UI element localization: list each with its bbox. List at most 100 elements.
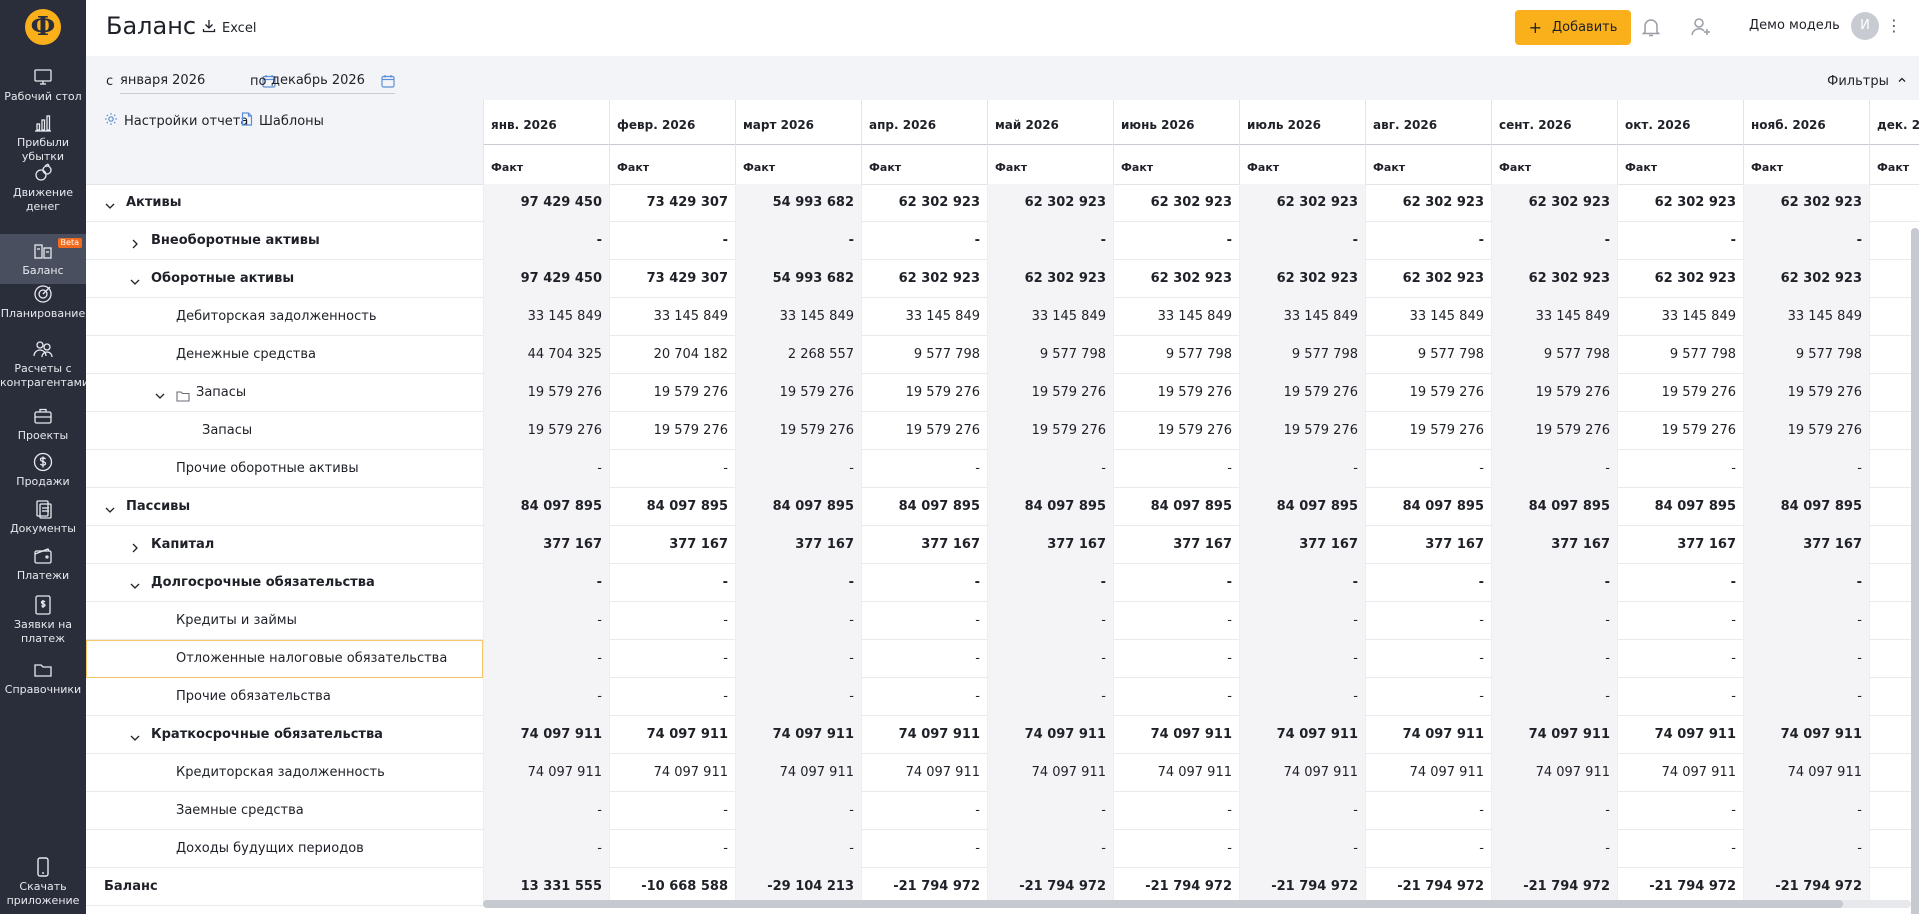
column-header-month[interactable]: дек. 2026 Факт: [1869, 100, 1919, 184]
download-app-button[interactable]: Скачать приложение: [0, 856, 86, 908]
table-cell[interactable]: 73 429 307: [609, 184, 735, 222]
table-cell[interactable]: -: [1491, 602, 1617, 640]
table-cell[interactable]: 84 097 895: [735, 488, 861, 526]
table-cell[interactable]: -: [1239, 678, 1365, 716]
app-logo[interactable]: Ф: [25, 9, 61, 45]
column-header-month[interactable]: март 2026 Факт: [735, 100, 861, 184]
filters-toggle[interactable]: Фильтры: [1827, 74, 1907, 89]
table-cell[interactable]: -: [483, 450, 609, 488]
table-cell[interactable]: 74 097 911: [861, 754, 987, 792]
horizontal-scroll-thumb[interactable]: [483, 900, 1843, 908]
table-cell[interactable]: -: [609, 222, 735, 260]
table-cell[interactable]: -: [1365, 830, 1491, 868]
table-cell[interactable]: -: [987, 830, 1113, 868]
table-cell[interactable]: -: [1617, 602, 1743, 640]
table-cell-empty[interactable]: [1869, 184, 1919, 222]
table-cell[interactable]: 74 097 911: [1617, 716, 1743, 754]
table-cell[interactable]: 74 097 911: [1743, 716, 1869, 754]
table-cell[interactable]: -: [1239, 830, 1365, 868]
table-cell[interactable]: 62 302 923: [1491, 184, 1617, 222]
table-cell[interactable]: -: [483, 640, 609, 678]
chevron-down-icon[interactable]: [104, 197, 116, 209]
table-cell[interactable]: 377 167: [1743, 526, 1869, 564]
table-cell[interactable]: -: [861, 640, 987, 678]
excel-export-button[interactable]: Excel: [202, 19, 256, 37]
table-cell[interactable]: 62 302 923: [1491, 260, 1617, 298]
table-cell[interactable]: 74 097 911: [609, 716, 735, 754]
table-cell[interactable]: 74 097 911: [609, 754, 735, 792]
column-header-month[interactable]: янв. 2026 Факт: [483, 100, 609, 184]
column-header-month[interactable]: июнь 2026 Факт: [1113, 100, 1239, 184]
table-cell[interactable]: -: [1617, 830, 1743, 868]
table-row[interactable]: Денежные средства 44 704 325 20 704 182 2 2…: [86, 336, 1919, 374]
table-cell[interactable]: 74 097 911: [735, 754, 861, 792]
table-cell[interactable]: 74 097 911: [1239, 754, 1365, 792]
table-row[interactable]: Оборотные активы 97 429 450 73 429 307 54 9…: [86, 260, 1919, 298]
table-cell[interactable]: 33 145 849: [1365, 298, 1491, 336]
sidebar-item-balance[interactable]: Баланс Beta: [0, 234, 86, 284]
table-cell[interactable]: -: [1617, 564, 1743, 602]
table-row[interactable]: Внеоборотные активы - - - - - - - - - - -: [86, 222, 1919, 260]
date-to-field[interactable]: декабрь 2026: [271, 70, 395, 94]
table-cell[interactable]: 33 145 849: [1743, 298, 1869, 336]
chevron-down-icon[interactable]: [104, 501, 116, 513]
table-cell[interactable]: -: [1491, 450, 1617, 488]
table-cell[interactable]: 84 097 895: [483, 488, 609, 526]
table-cell[interactable]: 84 097 895: [861, 488, 987, 526]
table-cell[interactable]: 19 579 276: [1617, 412, 1743, 450]
sidebar-item-bar-chart[interactable]: Прибыли убытки: [0, 112, 86, 164]
table-cell[interactable]: 74 097 911: [1239, 716, 1365, 754]
table-cell[interactable]: 19 579 276: [1113, 412, 1239, 450]
table-cell[interactable]: 62 302 923: [1617, 260, 1743, 298]
table-cell[interactable]: -: [1113, 450, 1239, 488]
table-cell[interactable]: -: [987, 222, 1113, 260]
table-cell[interactable]: 62 302 923: [1239, 260, 1365, 298]
sidebar-item-documents[interactable]: Документы: [0, 498, 86, 536]
table-cell[interactable]: 84 097 895: [1617, 488, 1743, 526]
column-header-month[interactable]: май 2026 Факт: [987, 100, 1113, 184]
add-user-icon[interactable]: [1689, 15, 1713, 39]
table-cell[interactable]: 33 145 849: [483, 298, 609, 336]
table-cell[interactable]: -: [735, 830, 861, 868]
table-cell[interactable]: 62 302 923: [1617, 184, 1743, 222]
table-cell[interactable]: 9 577 798: [1113, 336, 1239, 374]
table-cell[interactable]: -: [1743, 222, 1869, 260]
table-cell[interactable]: 19 579 276: [1113, 374, 1239, 412]
table-cell[interactable]: -: [1743, 678, 1869, 716]
column-header-month[interactable]: апр. 2026 Факт: [861, 100, 987, 184]
table-cell[interactable]: 2 268 557: [735, 336, 861, 374]
table-cell[interactable]: 74 097 911: [1491, 716, 1617, 754]
chevron-down-icon[interactable]: [129, 577, 141, 589]
table-cell[interactable]: -: [1617, 450, 1743, 488]
table-cell[interactable]: -: [1239, 640, 1365, 678]
table-cell[interactable]: -: [1617, 640, 1743, 678]
table-cell[interactable]: -: [1113, 222, 1239, 260]
table-row[interactable]: Дебиторская задолженность 33 145 849 33 14…: [86, 298, 1919, 336]
table-cell[interactable]: -: [735, 450, 861, 488]
table-cell[interactable]: -: [1113, 564, 1239, 602]
table-cell[interactable]: 74 097 911: [1365, 716, 1491, 754]
table-cell[interactable]: 19 579 276: [735, 412, 861, 450]
table-cell[interactable]: -: [861, 792, 987, 830]
table-cell[interactable]: 62 302 923: [861, 184, 987, 222]
table-cell[interactable]: 377 167: [1491, 526, 1617, 564]
horizontal-scrollbar[interactable]: [483, 900, 1911, 908]
table-cell[interactable]: 19 579 276: [987, 374, 1113, 412]
table-cell[interactable]: 9 577 798: [1365, 336, 1491, 374]
table-cell[interactable]: 19 579 276: [609, 412, 735, 450]
table-cell[interactable]: 62 302 923: [1743, 184, 1869, 222]
table-cell[interactable]: -: [1113, 678, 1239, 716]
table-cell[interactable]: 33 145 849: [1113, 298, 1239, 336]
table-cell[interactable]: 19 579 276: [1491, 374, 1617, 412]
table-row[interactable]: Доходы будущих периодов - - - - - - - - - - -: [86, 830, 1919, 868]
table-cell[interactable]: -: [861, 450, 987, 488]
sidebar-item-target[interactable]: Планирование: [0, 283, 86, 321]
column-header-month[interactable]: нояб. 2026 Факт: [1743, 100, 1869, 184]
table-cell[interactable]: 19 579 276: [861, 374, 987, 412]
table-row[interactable]: Отложенные налоговые обязательства - - - - - -…: [86, 640, 1919, 678]
table-cell[interactable]: -: [861, 830, 987, 868]
table-cell[interactable]: 54 993 682: [735, 184, 861, 222]
calendar-icon[interactable]: [381, 74, 395, 88]
table-cell[interactable]: -: [609, 450, 735, 488]
column-header-month[interactable]: февр. 2026 Факт: [609, 100, 735, 184]
